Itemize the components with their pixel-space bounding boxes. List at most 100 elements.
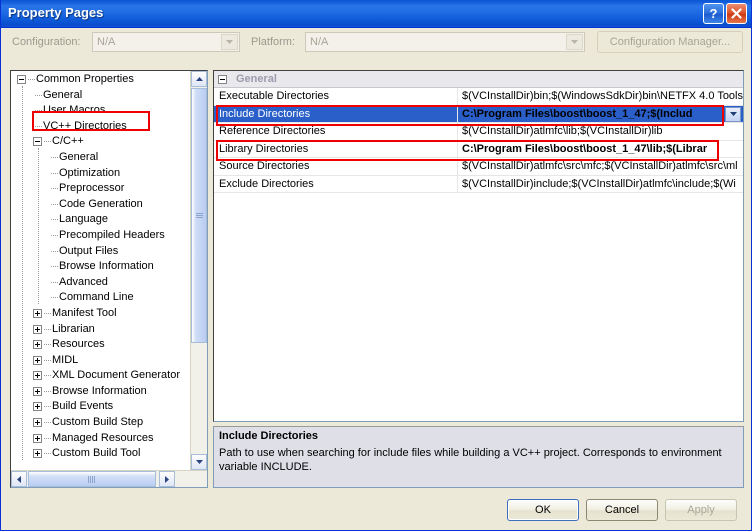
grid-column-splitter[interactable] [457,175,458,192]
tree-connector [22,86,23,461]
tree-connector [44,328,51,330]
scroll-thumb[interactable] [28,471,156,487]
expand-icon[interactable] [33,433,42,443]
scroll-left-button[interactable] [11,471,27,487]
tree-item-label: Code Generation [59,197,143,210]
grid-column-splitter[interactable] [457,158,458,175]
tree-item-label: Browse Information [52,384,147,397]
collapse-icon[interactable] [33,137,42,147]
chevron-right-icon [165,475,169,483]
tree-connector [51,219,58,221]
tree-connector [35,110,42,112]
tree-item-vc-directories[interactable]: VC++ Directories [11,119,189,135]
grid-row-name: Source Directories [219,160,310,172]
grid-column-splitter[interactable] [457,88,458,105]
tree-item-custom-build-step[interactable]: Custom Build Step [11,415,189,431]
grid-row[interactable]: Executable Directories $(VCInstallDir)bin… [214,88,743,106]
grid-column-splitter[interactable] [457,140,458,157]
tree-connector [44,406,51,408]
tree-item-user-macros[interactable]: User Macros [11,103,189,119]
configuration-select[interactable]: N/A [92,32,240,52]
help-button[interactable]: ? [703,3,724,24]
tree-item-xml-document-generator[interactable]: XML Document Generator [11,368,189,384]
tree-item-managed-resources[interactable]: Managed Resources [11,431,189,447]
tree-vertical-scrollbar[interactable] [190,71,207,487]
tree-item-common-properties[interactable]: Common Properties [11,72,189,88]
grid-category-header[interactable]: General [214,71,743,88]
expand-icon[interactable] [33,340,42,350]
expand-icon[interactable] [33,355,42,365]
scroll-right-button[interactable] [159,471,175,487]
property-tree[interactable]: Common Properties General User Macros VC++ … [11,72,189,472]
chevron-down-icon[interactable] [725,106,741,122]
tree-connector [51,250,58,252]
tree-connector [51,172,58,174]
close-button[interactable] [726,3,747,24]
grid-row[interactable]: Include Directories C:\Program Files\boos… [214,105,743,123]
tree-item-build-events[interactable]: Build Events [11,399,189,415]
expand-icon[interactable] [33,324,42,334]
tree-item-label: Resources [52,338,105,351]
description-text: Path to use when searching for include f… [219,447,722,473]
title-bar: Property Pages ? [1,0,751,28]
expand-icon[interactable] [33,418,42,428]
cancel-button[interactable]: Cancel [586,499,658,521]
tree-item-librarian[interactable]: Librarian [11,322,189,338]
configuration-bar: Configuration: N/A Platform: N/A Configu… [1,27,751,59]
expand-icon[interactable] [33,308,42,318]
expand-icon[interactable] [33,402,42,412]
tree-connector [44,390,51,392]
tree-connector [51,188,58,190]
tree-item-label: Language [59,213,108,226]
property-pages-dialog: Property Pages ? Configuration: N/A Plat… [0,0,752,531]
grid-column-splitter[interactable] [457,105,458,122]
chevron-down-icon [221,34,238,50]
grid-row-value[interactable]: $(VCInstallDir)atlmfc\lib;$(VCInstallDir… [462,125,662,137]
tree-horizontal-scrollbar[interactable] [11,470,207,487]
apply-button[interactable]: Apply [665,499,737,521]
grid-row-value[interactable]: $(VCInstallDir)bin;$(WindowsSdkDir)bin\N… [462,90,743,102]
platform-select[interactable]: N/A [305,32,585,52]
grid-row-value[interactable]: C:\Program Files\boost\boost_1_47;$(Incl… [462,108,692,120]
grid-row-value[interactable]: $(VCInstallDir)include;$(VCInstallDir)at… [462,178,736,190]
tree-connector [51,203,58,205]
scroll-up-button[interactable] [191,71,207,87]
grid-row-value[interactable]: $(VCInstallDir)atlmfc\src\mfc;$(VCInstal… [462,160,738,172]
expand-icon[interactable] [33,449,42,459]
scroll-thumb[interactable] [191,88,207,343]
tree-connector [51,281,58,283]
grid-row[interactable]: Reference Directories $(VCInstallDir)atlm… [214,123,743,141]
configuration-manager-button[interactable]: Configuration Manager... [597,31,743,53]
tree-connector [51,156,58,158]
ok-button[interactable]: OK [507,499,579,521]
grid-row[interactable]: Exclude Directories $(VCInstallDir)includ… [214,175,743,193]
collapse-icon[interactable] [218,75,227,84]
tree-connector [44,375,51,377]
tree-item-browse-information[interactable]: Browse Information [11,384,189,400]
tree-item-label: Manifest Tool [52,306,117,319]
tree-item-general[interactable]: General [11,88,189,104]
scroll-grip [196,213,203,220]
grid-row[interactable]: Source Directories $(VCInstallDir)atlmfc\… [214,158,743,176]
grid-row-name: Exclude Directories [219,177,314,190]
expand-icon[interactable] [33,371,42,381]
configuration-value: N/A [97,36,116,48]
grid-category-label: General [236,73,277,85]
tree-item-label: Command Line [59,291,134,304]
grid-row-value[interactable]: C:\Program Files\boost\boost_1_47\lib;$(… [462,143,707,155]
grid-column-splitter[interactable] [457,123,458,140]
chevron-down-icon [195,460,203,464]
tree-item-label: VC++ Directories [43,119,127,132]
tree-item-custom-build-tool[interactable]: Custom Build Tool [11,446,189,462]
tree-item-resources[interactable]: Resources [11,337,189,353]
tree-item-label: Output Files [59,244,119,257]
scroll-down-button[interactable] [191,454,207,470]
tree-connector [44,453,51,455]
tree-item-midl[interactable]: MIDL [11,353,189,369]
grid-row[interactable]: Library Directories C:\Program Files\boos… [214,140,743,158]
tree-item-label: Build Events [52,400,114,413]
collapse-icon[interactable] [17,75,26,84]
expand-icon[interactable] [33,386,42,396]
chevron-down-icon [566,34,583,50]
tree-item-manifest-tool[interactable]: Manifest Tool [11,306,189,322]
